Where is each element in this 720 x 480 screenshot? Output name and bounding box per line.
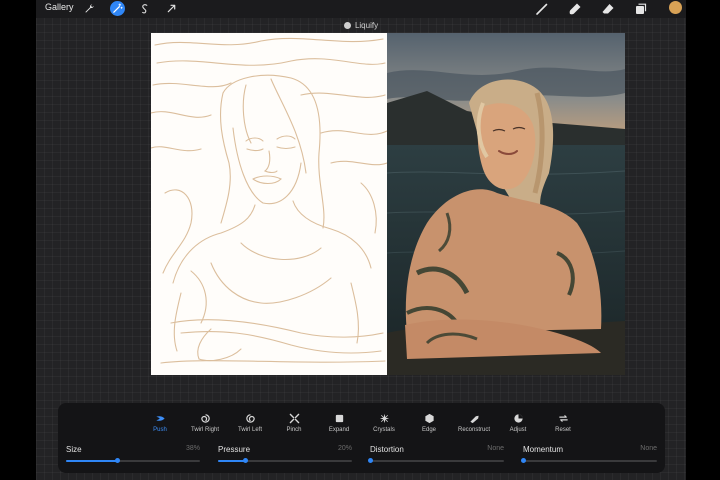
artwork-canvas[interactable] xyxy=(151,33,625,375)
slider-fill xyxy=(66,460,117,462)
edge-icon xyxy=(422,411,436,425)
tool-twirl-right[interactable]: Twirl Right xyxy=(183,411,227,433)
reconstruct-icon xyxy=(467,411,481,425)
top-toolbar: Gallery xyxy=(36,0,686,18)
slider-knob[interactable] xyxy=(368,458,373,463)
tool-label: Expand xyxy=(328,427,350,433)
slider-track[interactable] xyxy=(521,458,657,463)
twirl-right-icon xyxy=(198,411,212,425)
liquify-panel: Push Twirl Right Twirl Left Pinch Expand xyxy=(58,403,665,473)
gallery-button[interactable]: Gallery xyxy=(45,2,74,12)
wrench-icon[interactable] xyxy=(82,1,97,16)
transform-arrow-icon[interactable] xyxy=(164,1,179,16)
slider-knob[interactable] xyxy=(521,458,526,463)
procreate-screen: Gallery Liquify Push Twirl Right Twirl L… xyxy=(36,0,686,480)
tool-adjust[interactable]: Adjust xyxy=(496,411,540,433)
tool-label: Edge xyxy=(421,427,436,433)
tool-label: Pinch xyxy=(286,427,302,433)
sketch-panel xyxy=(151,33,388,375)
reset-icon xyxy=(556,411,570,425)
tool-label: Reset xyxy=(555,427,571,433)
tool-reset[interactable]: Reset xyxy=(541,411,585,433)
tool-twirl-left[interactable]: Twirl Left xyxy=(228,411,272,433)
twirl-left-icon xyxy=(243,411,257,425)
tool-reconstruct[interactable]: Reconstruct xyxy=(452,411,496,433)
adjust-icon xyxy=(511,411,525,425)
tool-label: Push xyxy=(153,427,167,433)
slider-name: Distortion xyxy=(370,445,404,454)
tool-label: Crystals xyxy=(373,427,395,433)
mode-title: Liquify xyxy=(354,20,379,30)
distortion-slider[interactable]: Distortion None xyxy=(368,445,504,467)
selection-icon[interactable] xyxy=(137,1,152,16)
tool-label: Adjust xyxy=(509,427,527,433)
tool-crystals[interactable]: Crystals xyxy=(362,411,406,433)
eraser-icon[interactable] xyxy=(600,1,616,17)
push-icon xyxy=(153,411,167,425)
mode-title-bar: Liquify xyxy=(36,19,686,31)
slider-value: 38% xyxy=(185,445,200,452)
momentum-slider[interactable]: Momentum None xyxy=(521,445,657,467)
tool-push[interactable]: Push xyxy=(138,411,182,433)
slider-name: Pressure xyxy=(218,445,251,454)
magic-wand-icon[interactable] xyxy=(110,1,125,16)
pinch-icon xyxy=(287,411,301,425)
smudge-icon[interactable] xyxy=(567,1,583,17)
slider-value: None xyxy=(640,445,657,452)
slider-track[interactable] xyxy=(66,458,200,463)
slider-knob[interactable] xyxy=(114,458,120,463)
tool-expand[interactable]: Expand xyxy=(317,411,361,433)
slider-name: Momentum xyxy=(523,445,564,454)
crystals-icon xyxy=(377,411,391,425)
color-picker-swatch[interactable] xyxy=(669,1,682,14)
slider-fill xyxy=(218,460,245,462)
photo-image xyxy=(386,33,625,375)
slider-value: None xyxy=(487,445,504,452)
slider-knob[interactable] xyxy=(242,458,248,463)
liquify-icon xyxy=(343,21,351,29)
layers-icon[interactable] xyxy=(633,1,649,17)
reference-photo xyxy=(386,33,625,375)
tool-edge[interactable]: Edge xyxy=(407,411,451,433)
tool-pinch[interactable]: Pinch xyxy=(272,411,316,433)
tool-label: Twirl Right xyxy=(190,427,219,433)
size-slider[interactable]: Size 38% xyxy=(66,445,200,467)
tool-label: Reconstruct xyxy=(457,427,490,433)
tool-label: Twirl Left xyxy=(237,427,262,433)
slider-value: 20% xyxy=(337,445,352,452)
expand-icon xyxy=(332,411,346,425)
sketch-drawing xyxy=(151,37,388,364)
slider-name: Size xyxy=(66,445,82,454)
brush-icon[interactable] xyxy=(534,1,550,17)
pressure-slider[interactable]: Pressure 20% xyxy=(218,445,352,467)
slider-track[interactable] xyxy=(218,458,352,463)
slider-track[interactable] xyxy=(368,458,504,463)
